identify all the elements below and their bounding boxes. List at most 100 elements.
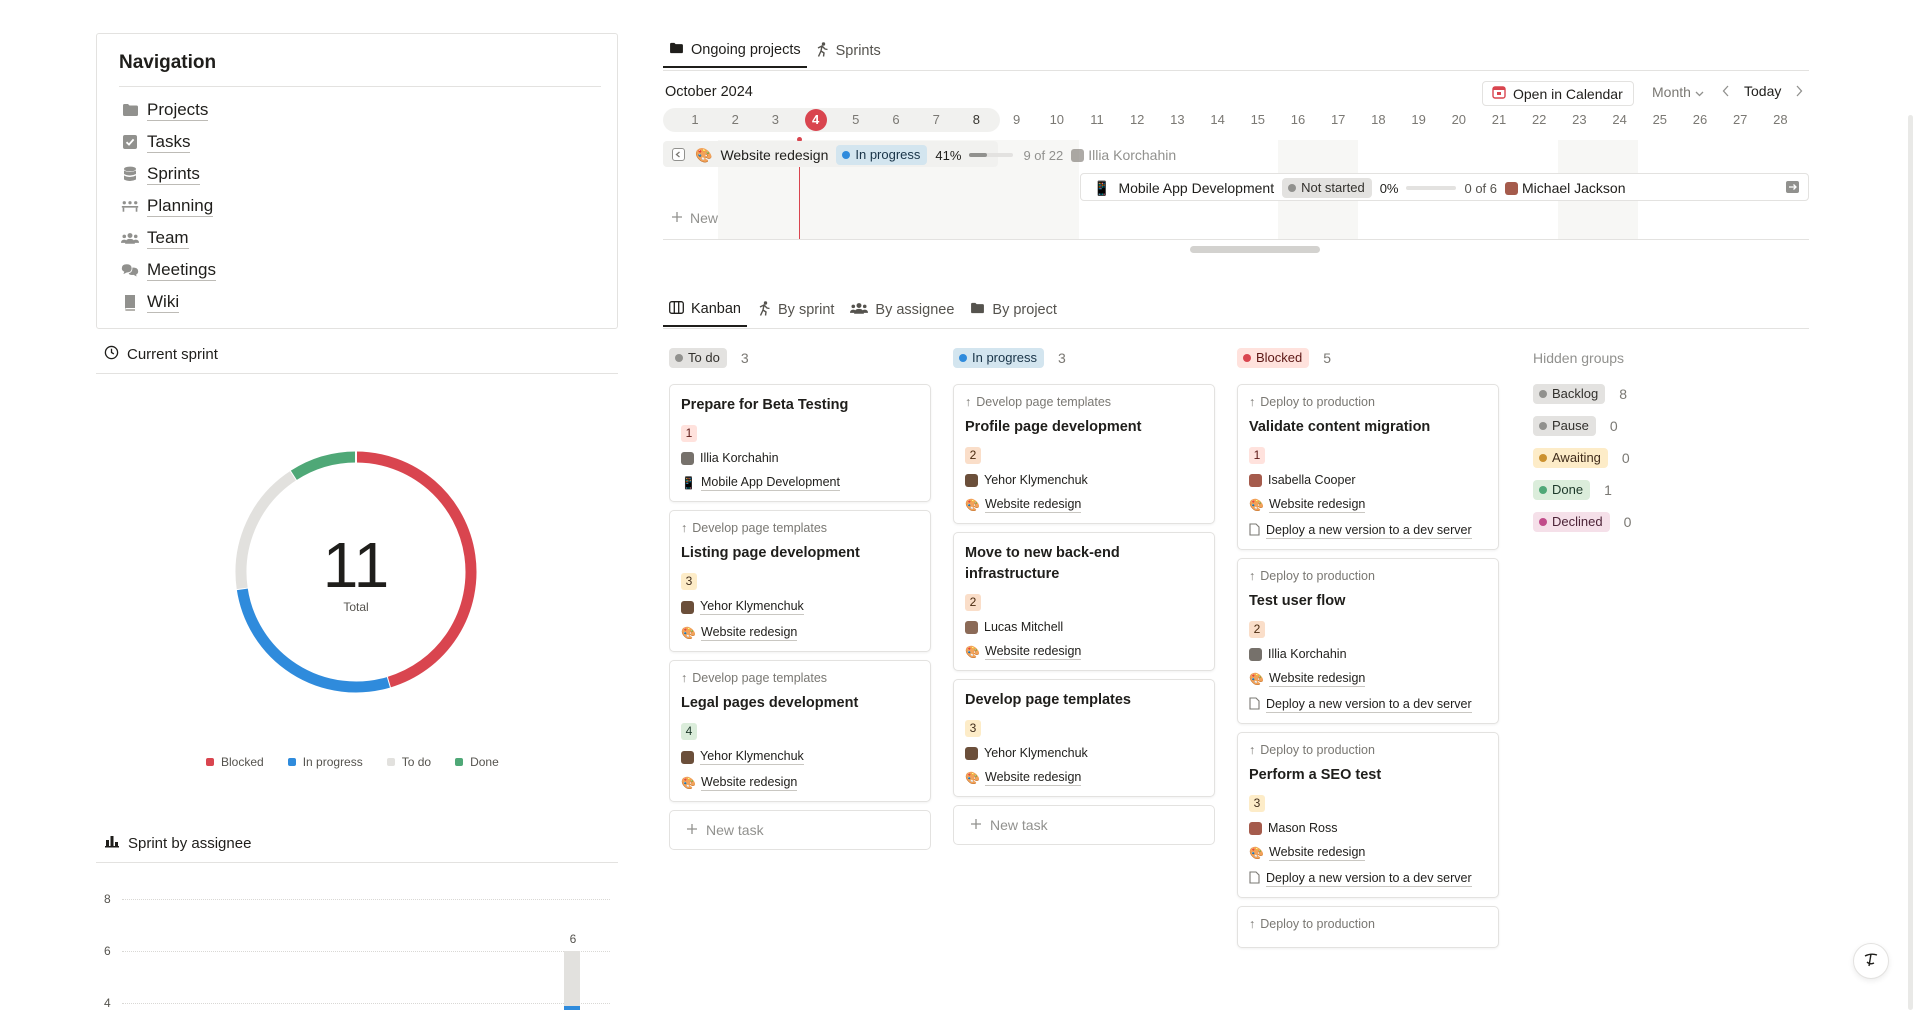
blocked-by-row: Deploy a new version to a dev server — [1249, 697, 1487, 713]
day-numbers: 1 2 3 4 5 6 7 8 9 10 11 12 13 14 15 16 17 18 19 20 21 22 23 24 2… — [663, 108, 1809, 132]
tab-by-sprint[interactable]: By sprint — [751, 293, 840, 327]
view-mode-select[interactable]: Month — [1652, 84, 1704, 100]
assignee-name: Illia Korchahin — [1268, 647, 1347, 661]
status-badge: Declined — [1533, 512, 1610, 532]
help-button[interactable] — [1853, 943, 1889, 979]
legend-label: To do — [401, 755, 432, 769]
group-count: 0 — [1621, 450, 1630, 466]
nav-item-team[interactable]: Team — [121, 225, 189, 251]
task-card[interactable]: ↑ Deploy to production Test user flow 2 I… — [1237, 558, 1499, 724]
checkbox-icon — [121, 133, 139, 151]
parent-task-name: Develop page templates — [692, 521, 828, 535]
status-label: Not started — [1301, 180, 1365, 195]
avatar — [965, 473, 978, 487]
hidden-group-pause[interactable]: Pause 0 — [1533, 416, 1618, 436]
hidden-group-declined[interactable]: Declined 0 — [1533, 512, 1631, 532]
calendar-icon — [1492, 85, 1506, 102]
new-task-button[interactable]: New task — [953, 805, 1215, 845]
previous-arrow-icon[interactable] — [1722, 84, 1730, 100]
parent-task-name: Deploy to production — [1260, 569, 1375, 583]
blocking-task-link[interactable]: Deploy a new version to a dev server — [1266, 697, 1472, 713]
task-card[interactable]: Move to new back-end infrastructure 2 Lu… — [953, 532, 1215, 671]
group-count: 8 — [1619, 386, 1628, 402]
team-icon — [850, 302, 869, 318]
expand-arrow-icon[interactable] — [1786, 181, 1799, 193]
gridline — [122, 1003, 610, 1004]
kanban-column-in-progress: In progress 3 ↑ Develop page templates Pr… — [953, 347, 1215, 845]
next-arrow-icon[interactable] — [1795, 84, 1803, 100]
tab-sprints[interactable]: Sprints — [809, 34, 887, 68]
task-card[interactable]: Develop page templates 3 Yehor Klymenchu… — [953, 679, 1215, 797]
avatar — [681, 451, 694, 465]
project-link[interactable]: Website redesign — [985, 644, 1082, 660]
project-row: 🎨 Website redesign — [1249, 845, 1487, 861]
project-link[interactable]: Website redesign — [985, 770, 1082, 786]
day-number: 9 — [1012, 112, 1021, 127]
project-link[interactable]: Website redesign — [1269, 671, 1366, 687]
task-card[interactable]: ↑ Develop page templates Legal pages deve… — [669, 660, 931, 802]
day-number: 17 — [1330, 112, 1346, 127]
nav-item-tasks[interactable]: Tasks — [121, 129, 191, 155]
group-name: Awaiting — [1552, 450, 1601, 465]
hidden-group-awaiting[interactable]: Awaiting 0 — [1533, 448, 1630, 468]
task-card[interactable]: ↑ Develop page templates Listing page dev… — [669, 510, 931, 652]
blocking-task-link[interactable]: Deploy a new version to a dev server — [1266, 523, 1472, 539]
divider — [663, 70, 1809, 71]
avatar — [965, 746, 978, 760]
assignee-row: Lucas Mitchell — [965, 620, 1203, 634]
horizontal-scrollbar[interactable] — [1190, 246, 1320, 253]
nav-item-sprints[interactable]: Sprints — [121, 161, 200, 187]
day-number: 21 — [1491, 112, 1507, 127]
tab-by-project[interactable]: By project — [964, 293, 1062, 327]
task-card[interactable]: ↑ Deploy to production — [1237, 906, 1499, 948]
bar-data-label: 6 — [569, 932, 577, 946]
priority-badge: 1 — [681, 425, 697, 442]
new-project-button[interactable]: New — [671, 210, 718, 226]
hidden-group-done[interactable]: Done 1 — [1533, 480, 1612, 500]
nav-item-projects[interactable]: Projects — [121, 97, 209, 123]
project-row: 🎨 Website redesign — [1249, 671, 1487, 687]
page-icon — [1249, 697, 1260, 713]
project-link[interactable]: Website redesign — [701, 625, 798, 641]
day-number: 13 — [1170, 112, 1185, 127]
legend-item-blocked: Blocked — [206, 755, 264, 769]
parent-task: ↑ Develop page templates — [681, 521, 919, 535]
hidden-group-backlog[interactable]: Backlog 8 — [1533, 384, 1627, 404]
parent-task: ↑ Develop page templates — [965, 395, 1203, 409]
project-link[interactable]: Website redesign — [1269, 497, 1366, 513]
project-link[interactable]: Website redesign — [701, 775, 798, 791]
nav-item-wiki[interactable]: Wiki — [121, 289, 180, 315]
donut-slice-to-do — [235, 470, 297, 590]
hidden-groups-title: Hidden groups — [1533, 350, 1625, 366]
day-number: 20 — [1451, 112, 1467, 127]
vertical-scrollbar[interactable] — [1908, 115, 1913, 1010]
task-card[interactable]: ↑ Develop page templates Profile page dev… — [953, 384, 1215, 524]
blocking-task-link[interactable]: Deploy a new version to a dev server — [1266, 871, 1472, 887]
project-link[interactable]: Mobile App Development — [701, 475, 840, 491]
bar-segment — [564, 1006, 580, 1010]
tab-kanban[interactable]: Kanban — [663, 293, 747, 327]
project-link[interactable]: Website redesign — [985, 497, 1082, 513]
day-number: 14 — [1210, 112, 1225, 127]
nav-item-planning[interactable]: Planning — [121, 193, 214, 219]
legend-item-to-do: To do — [386, 755, 432, 769]
task-card[interactable]: ↑ Deploy to production Perform a SEO test… — [1237, 732, 1499, 898]
group-name: Backlog — [1552, 386, 1599, 401]
collapse-arrow-icon[interactable] — [672, 148, 685, 161]
tab-ongoing-projects[interactable]: Ongoing projects — [663, 34, 807, 68]
day-number: 22 — [1531, 112, 1547, 127]
day-number: 1 — [691, 112, 699, 127]
parent-task: ↑ Deploy to production — [1249, 917, 1487, 931]
task-card[interactable]: ↑ Deploy to production Validate content m… — [1237, 384, 1499, 550]
open-in-calendar-button[interactable]: Open in Calendar — [1482, 81, 1634, 106]
nav-item-meetings[interactable]: Meetings — [121, 257, 216, 283]
tab-by-assignee[interactable]: By assignee — [844, 293, 960, 327]
new-task-button[interactable]: New task — [669, 810, 931, 850]
donut-legend: Blocked In progress To do Done — [206, 755, 499, 769]
day-number: 3 — [771, 112, 779, 127]
task-card[interactable]: Prepare for Beta Testing 1 Illia Korchah… — [669, 384, 931, 502]
priority-badge: 2 — [965, 594, 981, 611]
today-button[interactable]: Today — [1744, 83, 1781, 99]
project-link[interactable]: Website redesign — [1269, 845, 1366, 861]
parent-arrow-icon: ↑ — [681, 521, 688, 535]
